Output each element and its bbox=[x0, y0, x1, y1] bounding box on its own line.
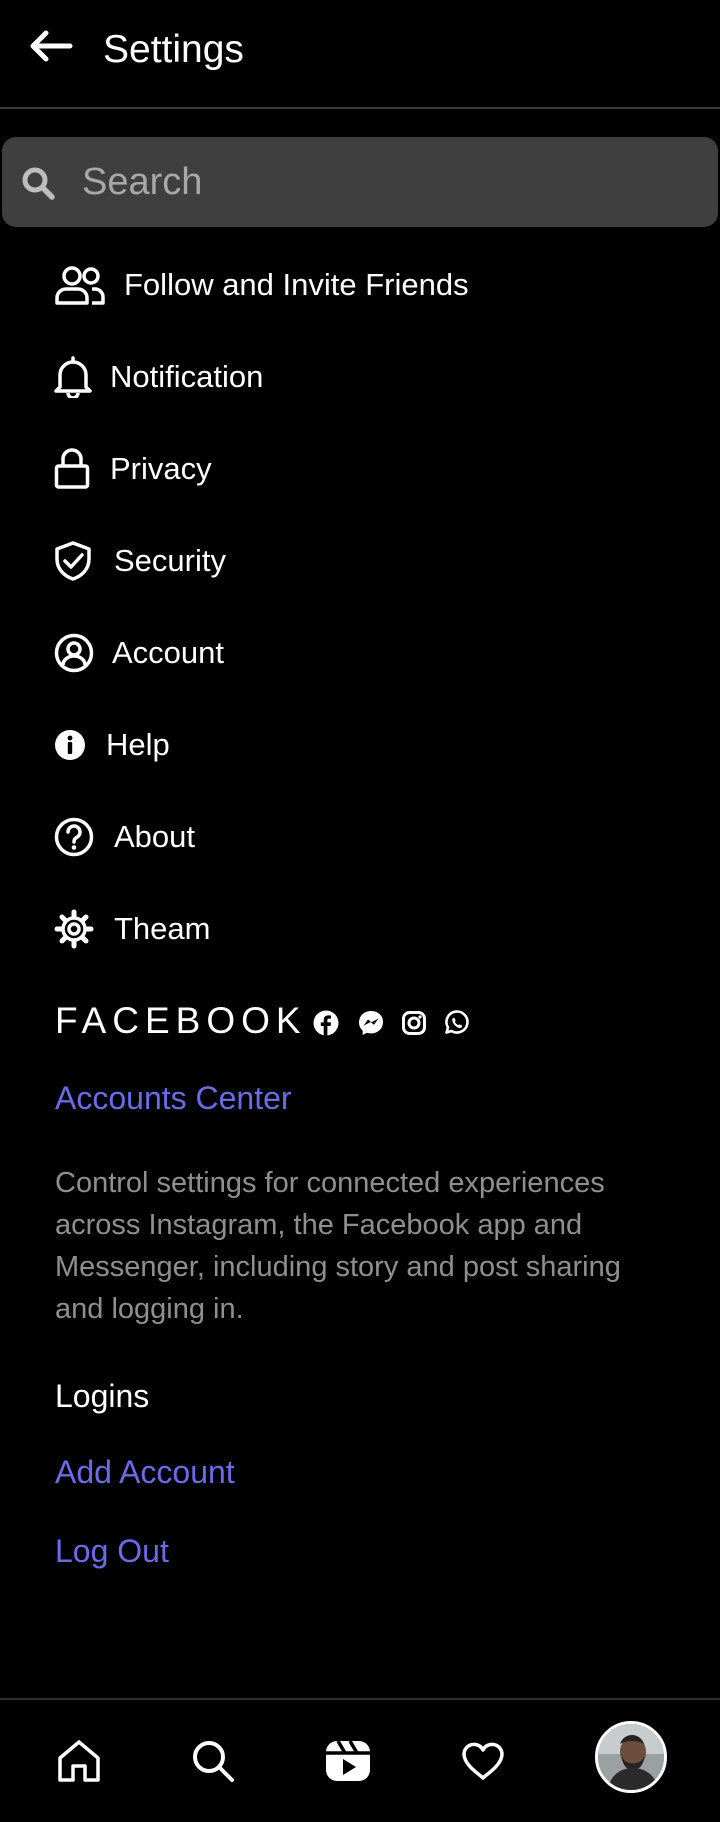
add-friends-icon bbox=[55, 266, 105, 305]
add-account-link[interactable]: Add Account bbox=[55, 1454, 235, 1491]
messenger-icon bbox=[359, 1011, 383, 1035]
gear-icon bbox=[54, 909, 94, 949]
back-arrow-icon[interactable] bbox=[26, 26, 76, 66]
avatar-photo bbox=[598, 1724, 664, 1790]
facebook-wordmark: FACEBOOK bbox=[55, 1000, 307, 1041]
search-bar[interactable] bbox=[2, 137, 718, 227]
user-circle-icon bbox=[54, 633, 94, 673]
page-title: Settings bbox=[103, 28, 244, 71]
menu-item-label: About bbox=[114, 819, 196, 854]
accounts-center-description: Control settings for connected experienc… bbox=[55, 1167, 621, 1325]
logins-heading: Logins bbox=[55, 1378, 150, 1414]
question-circle-icon bbox=[54, 817, 94, 857]
menu-item-account[interactable]: Account bbox=[50, 618, 690, 688]
menu-item-label: Notification bbox=[110, 359, 264, 394]
log-out-link[interactable]: Log Out bbox=[55, 1533, 169, 1570]
menu-item-label: Security bbox=[114, 543, 226, 578]
menu-item-notification[interactable]: Notification bbox=[50, 342, 690, 412]
menu-item-theam[interactable]: Theam bbox=[50, 894, 690, 964]
menu-item-label: Theam bbox=[114, 911, 211, 946]
search-input[interactable] bbox=[82, 157, 682, 207]
instagram-icon bbox=[402, 1011, 426, 1035]
home-icon[interactable] bbox=[56, 1738, 102, 1784]
menu-item-help[interactable]: Help bbox=[50, 710, 690, 780]
header: Settings bbox=[0, 0, 720, 109]
accounts-center-link[interactable]: Accounts Center bbox=[55, 1080, 292, 1117]
menu-item-label: Follow and Invite Friends bbox=[124, 267, 469, 302]
menu-item-security[interactable]: Security bbox=[50, 526, 690, 596]
menu-item-label: Privacy bbox=[110, 451, 212, 486]
menu-item-about[interactable]: About bbox=[50, 802, 690, 872]
facebook-brand-row: FACEBOOK bbox=[55, 998, 655, 1048]
bell-icon bbox=[54, 356, 92, 398]
search-icon bbox=[22, 167, 55, 200]
search-icon[interactable] bbox=[190, 1738, 236, 1784]
heart-icon[interactable] bbox=[460, 1738, 506, 1784]
profile-avatar[interactable] bbox=[595, 1721, 667, 1793]
menu-item-label: Account bbox=[112, 635, 225, 670]
shield-check-icon bbox=[55, 541, 91, 581]
menu-item-privacy[interactable]: Privacy bbox=[50, 434, 690, 504]
menu-item-follow-invite-friends[interactable]: Follow and Invite Friends bbox=[50, 250, 690, 320]
lock-icon bbox=[54, 448, 90, 489]
info-icon bbox=[55, 730, 85, 760]
whatsapp-icon bbox=[445, 1010, 469, 1034]
facebook-icon bbox=[313, 1010, 339, 1036]
menu-item-label: Help bbox=[106, 727, 170, 762]
bottom-navigation bbox=[0, 1698, 720, 1822]
reels-icon[interactable] bbox=[325, 1738, 371, 1784]
